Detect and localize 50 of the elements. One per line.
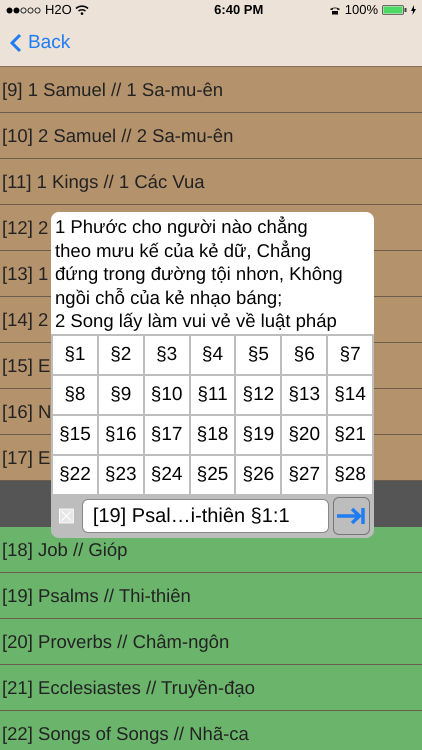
back-chevron-icon <box>10 33 22 53</box>
book-row[interactable]: [21] Ecclesiastes // Truyền-đạo <box>0 665 422 711</box>
reference-field[interactable]: [19] Psal…i-thiên §1:1 <box>82 499 329 534</box>
charging-icon <box>411 5 416 15</box>
chapter-button[interactable]: §15 <box>53 416 97 454</box>
chapter-button[interactable]: §6 <box>282 336 326 374</box>
carrier-name: H2O <box>45 1 72 20</box>
book-row[interactable]: [9] 1 Samuel // 1 Sa-mu-ên <box>0 67 422 113</box>
chapter-button[interactable]: §1 <box>53 336 97 374</box>
chapter-button[interactable]: §5 <box>236 336 280 374</box>
verse-text: 1 Phước cho người nào chẳng theo mưu kế của kẻ dữ, Chẳng đứng trong đường tội nhơn, Không ngồi chỗ của kẻ nhạo báng; <box>55 215 344 309</box>
book-row[interactable]: [20] Proverbs // Châm-ngôn <box>0 619 422 665</box>
clear-icon[interactable] <box>59 508 74 524</box>
clock-time: 6:40 PM <box>214 1 264 20</box>
chapter-button[interactable]: §23 <box>98 456 143 494</box>
chapter-button[interactable]: §11 <box>190 376 234 414</box>
chapter-button[interactable]: §12 <box>236 376 280 414</box>
chapter-button[interactable]: §24 <box>144 456 189 494</box>
arrow-to-bar-icon <box>336 507 366 526</box>
book-row[interactable]: [10] 2 Samuel // 2 Sa-mu-ên <box>0 113 422 159</box>
book-row[interactable]: [22] Songs of Songs // Nhã-ca <box>0 711 422 750</box>
chapter-button[interactable]: §20 <box>282 416 326 454</box>
battery-icon <box>382 5 407 15</box>
chapter-button[interactable]: §19 <box>236 416 280 454</box>
signal-icon <box>6 6 42 14</box>
chapter-button[interactable]: §7 <box>328 336 372 374</box>
chapter-button[interactable]: §25 <box>190 456 234 494</box>
chapter-button[interactable]: §22 <box>53 456 97 494</box>
chapter-button[interactable]: §4 <box>190 336 234 374</box>
chapter-button[interactable]: §2 <box>98 336 143 374</box>
battery-percent: 100% <box>344 1 378 20</box>
wifi-icon <box>74 5 89 15</box>
book-row[interactable]: [11] 1 Kings // 1 Các Vua <box>0 159 422 205</box>
chapter-button[interactable]: §16 <box>98 416 143 454</box>
phone-icon <box>328 6 341 14</box>
chapter-button[interactable]: §3 <box>144 336 189 374</box>
go-button[interactable] <box>332 497 370 536</box>
chapter-button[interactable]: §26 <box>236 456 280 494</box>
chapter-button[interactable]: §14 <box>328 376 372 414</box>
chapter-button[interactable]: §8 <box>53 376 97 414</box>
chapter-button[interactable]: §17 <box>144 416 189 454</box>
chapter-button[interactable]: §27 <box>282 456 326 494</box>
chapter-button[interactable]: §28 <box>328 456 372 494</box>
chapter-button[interactable]: §13 <box>282 376 326 414</box>
chapter-button[interactable]: §9 <box>98 376 143 414</box>
chapter-button[interactable]: §10 <box>144 376 189 414</box>
chapter-button[interactable]: §18 <box>190 416 234 454</box>
chapter-button[interactable]: §21 <box>328 416 372 454</box>
book-row[interactable]: [19] Psalms // Thi-thiên <box>0 573 422 619</box>
verse-text: 2 Song lấy làm vui vẻ về luật pháp <box>55 309 338 332</box>
